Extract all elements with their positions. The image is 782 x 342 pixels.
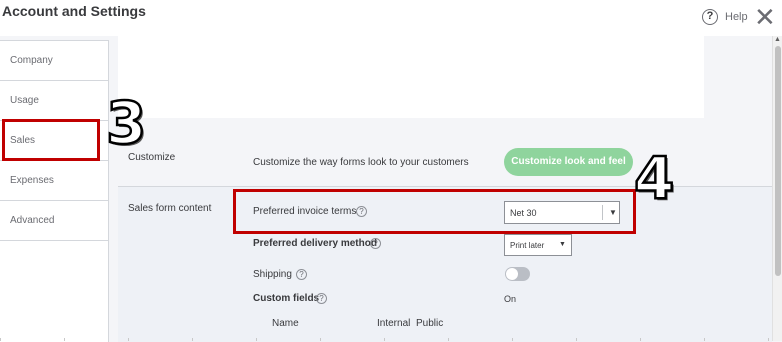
- delivery-method-value: Print later: [510, 241, 545, 250]
- sales-form-content-label: Sales form content: [128, 203, 212, 214]
- table-header-public: Public: [416, 318, 444, 329]
- page-title: Account and Settings: [2, 3, 146, 19]
- step-4-marker: 4: [633, 144, 676, 212]
- delivery-method-info-icon[interactable]: ?: [370, 238, 381, 249]
- close-icon[interactable]: ✕: [754, 4, 776, 30]
- delivery-method-select[interactable]: Print later ▼: [504, 234, 572, 256]
- sidebar-item-company[interactable]: Company: [0, 41, 108, 81]
- scroll-up-icon[interactable]: ▲: [774, 36, 781, 43]
- custom-fields-status: On: [504, 294, 517, 304]
- custom-fields-info-icon[interactable]: ?: [316, 293, 327, 304]
- sidebar-item-usage[interactable]: Usage: [0, 81, 108, 121]
- scrollbar-thumb[interactable]: [775, 46, 781, 276]
- invoice-terms-highlight-box: [233, 189, 636, 234]
- sidebar-item-expenses[interactable]: Expenses: [0, 161, 108, 201]
- shipping-toggle[interactable]: [505, 267, 530, 281]
- table-header-name: Name: [272, 318, 299, 329]
- delivery-method-label: Preferred delivery method: [253, 238, 377, 249]
- sales-highlight-box: [2, 119, 100, 161]
- toggle-knob: [506, 268, 518, 280]
- shipping-info-icon[interactable]: ?: [296, 269, 307, 280]
- customize-description: Customize the way forms look to your cus…: [253, 157, 469, 168]
- scrollbar[interactable]: ▲: [772, 36, 782, 341]
- settings-sidebar: Company Usage Sales Expenses Advanced: [0, 40, 109, 342]
- shipping-label: Shipping: [253, 269, 292, 280]
- help-link[interactable]: Help: [725, 11, 748, 23]
- help-icon[interactable]: ?: [702, 9, 718, 25]
- chevron-down-icon: ▼: [559, 241, 566, 248]
- customize-look-and-feel-button[interactable]: Customize look and feel: [504, 148, 633, 176]
- blank-panel: [118, 22, 704, 118]
- step-3-marker: 3: [105, 89, 148, 157]
- table-header-internal: Internal: [377, 318, 411, 329]
- custom-fields-label: Custom fields: [253, 293, 320, 304]
- sidebar-item-advanced[interactable]: Advanced: [0, 201, 108, 241]
